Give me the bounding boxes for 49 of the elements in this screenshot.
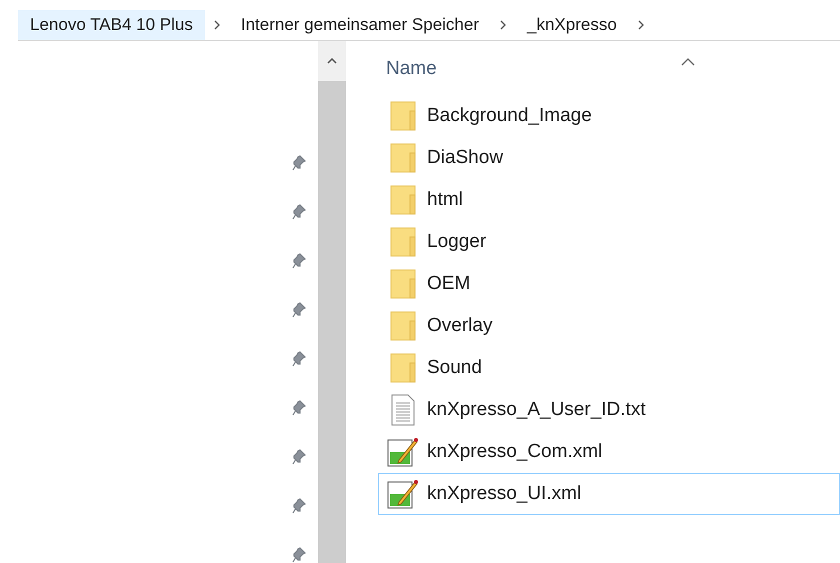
file-name: knXpresso_UI.xml bbox=[427, 482, 582, 506]
folder-icon bbox=[390, 101, 416, 131]
pin-icon[interactable] bbox=[292, 498, 306, 514]
file-row[interactable]: knXpresso_A_User_ID.txt bbox=[378, 389, 840, 431]
file-row[interactable]: knXpresso_UI.xml bbox=[378, 473, 840, 515]
column-header[interactable]: Name bbox=[386, 55, 437, 84]
file-name: knXpresso_Com.xml bbox=[427, 440, 602, 464]
file-name: knXpresso_A_User_ID.txt bbox=[427, 398, 646, 422]
file-row[interactable]: DiaShow bbox=[378, 137, 840, 179]
file-row[interactable]: knXpresso_Com.xml bbox=[378, 431, 840, 473]
file-name: Logger bbox=[427, 230, 486, 254]
file-name: Overlay bbox=[427, 314, 492, 338]
sort-up-icon[interactable] bbox=[681, 58, 695, 66]
file-row[interactable]: Logger bbox=[378, 221, 840, 263]
breadcrumb-item[interactable]: _knXpresso bbox=[515, 10, 629, 40]
pin-icon[interactable] bbox=[292, 400, 306, 416]
chevron-icon bbox=[636, 20, 645, 30]
file-name: Sound bbox=[427, 356, 482, 380]
pin-icon[interactable] bbox=[292, 204, 306, 220]
folder-icon bbox=[390, 185, 416, 215]
file-row[interactable]: OEM bbox=[378, 263, 840, 305]
folder-icon bbox=[390, 143, 416, 173]
text-file-icon bbox=[390, 394, 416, 426]
file-row[interactable]: Sound bbox=[378, 347, 840, 389]
file-name: html bbox=[427, 188, 463, 212]
pin-icon[interactable] bbox=[292, 449, 306, 465]
breadcrumb-item[interactable]: Interner gemeinsamer Speicher bbox=[228, 10, 491, 40]
breadcrumb-item[interactable]: Lenovo TAB4 10 Plus bbox=[18, 10, 205, 40]
folder-icon bbox=[390, 311, 416, 341]
scrollbar[interactable] bbox=[318, 41, 346, 563]
file-name: Background_Image bbox=[427, 104, 592, 128]
pin-icon[interactable] bbox=[292, 302, 306, 318]
file-row[interactable]: Overlay bbox=[378, 305, 840, 347]
chevron-icon bbox=[499, 20, 507, 30]
pin-icon[interactable] bbox=[292, 155, 306, 171]
scroll-up-icon[interactable] bbox=[327, 58, 337, 64]
folder-icon bbox=[390, 227, 416, 257]
file-row[interactable]: Background_Image bbox=[378, 95, 840, 137]
chevron-icon bbox=[212, 20, 221, 30]
file-name: OEM bbox=[427, 272, 470, 296]
notepad-file-icon bbox=[387, 436, 419, 468]
folder-icon bbox=[390, 269, 416, 299]
pin-icon[interactable] bbox=[292, 547, 306, 563]
file-row[interactable]: html bbox=[378, 179, 840, 221]
pin-icon[interactable] bbox=[292, 351, 306, 367]
file-name: DiaShow bbox=[427, 146, 504, 170]
folder-icon bbox=[390, 353, 416, 383]
pin-icon[interactable] bbox=[292, 253, 306, 269]
notepad-file-icon bbox=[387, 478, 419, 510]
